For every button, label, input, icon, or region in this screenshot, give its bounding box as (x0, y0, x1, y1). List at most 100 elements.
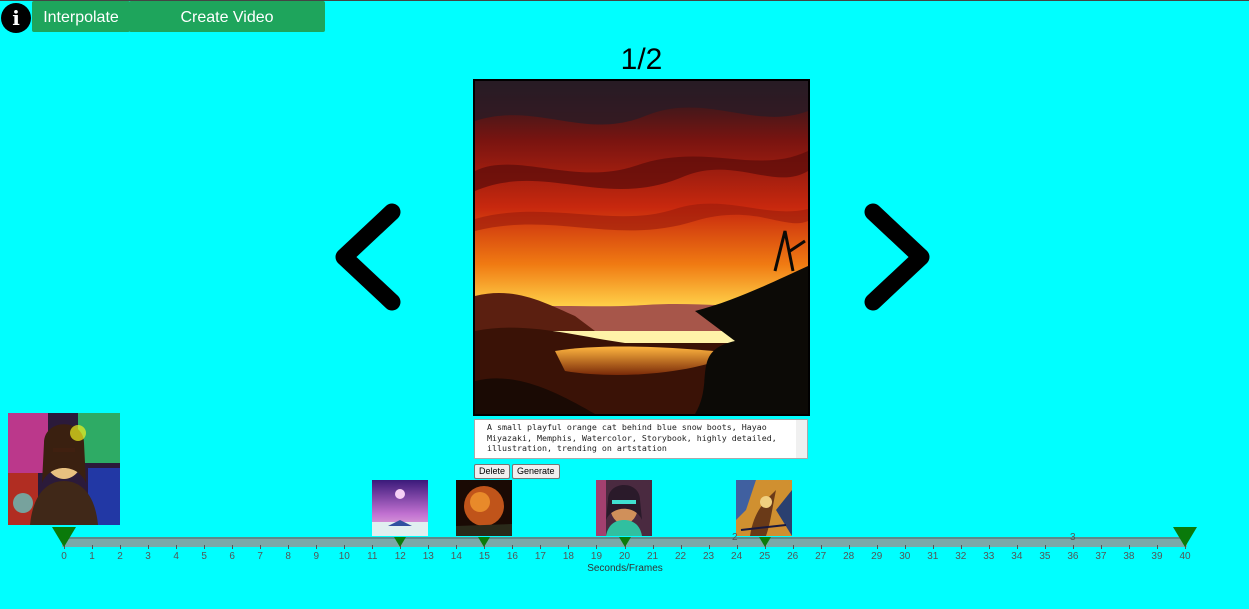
tick-label: 30 (899, 551, 911, 562)
tick-label: 1 (89, 551, 95, 562)
tick-mark (1128, 545, 1130, 549)
timeline-axis-title: Seconds/Frames (587, 563, 663, 574)
tick-label: 19 (590, 551, 603, 562)
tick-mark (680, 545, 682, 549)
tick-mark (92, 545, 94, 549)
start-keyframe-thumbnail[interactable] (8, 413, 120, 525)
prompt-scrollbar[interactable] (796, 420, 807, 458)
tick-label: 7 (257, 551, 263, 562)
keyframe-thumbnail[interactable] (736, 480, 792, 536)
tick-label: 24 (731, 551, 743, 562)
tick-mark (260, 545, 262, 549)
tick-mark (596, 545, 598, 549)
keyframe-marker[interactable] (394, 537, 407, 547)
tick-label: 0 (61, 551, 67, 562)
tick-mark (148, 545, 150, 549)
keyframe-index-label: 3 (1070, 532, 1076, 543)
tick-label: 2 (117, 551, 123, 562)
keyframe-thumbnail[interactable] (596, 480, 652, 536)
tick-label: 29 (871, 551, 883, 562)
tick-label: 23 (703, 551, 715, 562)
tick-label: 36 (1067, 551, 1079, 562)
tick-label: 8 (285, 551, 291, 562)
tick-mark (344, 545, 346, 549)
tick-mark (372, 545, 374, 549)
tick-label: 14 (450, 551, 462, 562)
tick-mark (1044, 545, 1046, 549)
tick-label: 18 (562, 551, 574, 562)
tick-label: 26 (787, 551, 799, 562)
tick-label: 15 (478, 551, 490, 562)
keyframe-marker[interactable] (618, 537, 631, 547)
end-marker[interactable] (1173, 527, 1197, 547)
tick-label: 33 (983, 551, 995, 562)
tick-mark (176, 545, 178, 549)
tick-mark (204, 545, 206, 549)
tick-mark (1156, 545, 1158, 549)
tick-label: 39 (1151, 551, 1163, 562)
tick-label: 35 (1039, 551, 1051, 562)
tick-label: 38 (1123, 551, 1135, 562)
tick-mark (1072, 545, 1074, 549)
chevron-right-icon[interactable] (860, 200, 935, 315)
tick-mark (848, 545, 850, 549)
end-marker[interactable] (52, 527, 76, 547)
tick-label: 10 (338, 551, 350, 562)
tick-mark (1016, 545, 1018, 549)
tick-label: 4 (173, 551, 179, 562)
prompt-textarea[interactable]: A small playful orange cat behind blue s… (474, 419, 808, 459)
tick-label: 20 (618, 551, 631, 562)
tick-label: 40 (1179, 551, 1191, 562)
info-icon[interactable]: i (1, 3, 31, 33)
tick-label: 22 (674, 551, 687, 562)
tick-label: 11 (367, 551, 378, 562)
tick-mark (820, 545, 822, 549)
tick-mark (876, 545, 878, 549)
tick-mark (1100, 545, 1102, 549)
tick-mark (708, 545, 710, 549)
tick-label: 32 (955, 551, 967, 562)
tick-mark (904, 545, 906, 549)
keyframe-marker[interactable] (478, 537, 491, 547)
tick-label: 5 (201, 551, 207, 562)
tick-mark (540, 545, 542, 549)
tick-label: 34 (1011, 551, 1023, 562)
tick-mark (960, 545, 962, 549)
keyframe-thumbnail[interactable] (372, 480, 428, 536)
tick-label: 31 (927, 551, 939, 562)
tick-label: 28 (843, 551, 855, 562)
tick-mark (232, 545, 234, 549)
tick-mark (988, 545, 990, 549)
tick-label: 17 (534, 551, 546, 562)
tick-mark (792, 545, 794, 549)
tick-label: 27 (815, 551, 827, 562)
tick-label: 9 (313, 551, 319, 562)
tick-mark (316, 545, 318, 549)
tick-label: 37 (1095, 551, 1107, 562)
tick-label: 6 (229, 551, 235, 562)
tick-mark (652, 545, 654, 549)
tick-mark (512, 545, 514, 549)
tick-mark (120, 545, 122, 549)
keyframe-thumbnail[interactable] (456, 480, 512, 536)
tick-mark (428, 545, 430, 549)
tick-label: 21 (646, 551, 659, 562)
tick-label: 25 (759, 551, 771, 562)
tick-label: 13 (422, 551, 434, 562)
tick-mark (568, 545, 570, 549)
create-video-button[interactable]: Create Video (129, 1, 325, 32)
tick-label: 3 (145, 551, 151, 562)
tick-mark (736, 545, 738, 549)
interpolate-button[interactable]: Interpolate (32, 1, 130, 32)
tick-label: 16 (506, 551, 518, 562)
generate-button[interactable]: Generate (512, 464, 560, 479)
tick-mark (456, 545, 458, 549)
tick-mark (932, 545, 934, 549)
image-counter: 1/2 (620, 43, 663, 76)
delete-button[interactable]: Delete (474, 464, 511, 479)
current-keyframe-image (473, 79, 810, 416)
keyframe-marker[interactable] (758, 537, 771, 547)
chevron-left-icon[interactable] (330, 200, 405, 315)
tick-label: 12 (394, 551, 406, 562)
tick-mark (288, 545, 290, 549)
